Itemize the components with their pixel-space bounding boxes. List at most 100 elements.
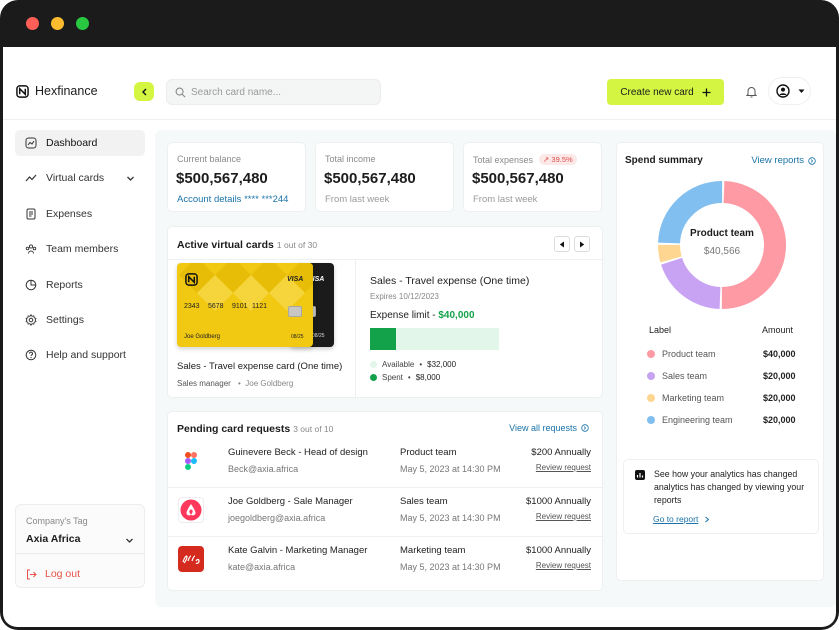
sidebar-item-help[interactable]: Help and support bbox=[15, 342, 145, 368]
card-role: Sales manager bbox=[177, 379, 231, 388]
prev-card-button[interactable] bbox=[554, 236, 570, 252]
request-row[interactable]: Joe Goldberg - Sale Manager joegoldberg@… bbox=[168, 489, 604, 535]
request-amount: $1000 Annually bbox=[526, 496, 591, 507]
requester-email: kate@axia.africa bbox=[228, 562, 296, 572]
stat-card-current-balance: Current balance $500,567,480 Account det… bbox=[167, 142, 306, 212]
legend-label: Engineering team bbox=[662, 415, 733, 425]
request-row[interactable]: Guinevere Beck - Head of design Beck@axi… bbox=[168, 440, 604, 486]
request-amount: $200 Annually bbox=[531, 447, 591, 458]
analytics-callout: See how your analytics has changed analy… bbox=[623, 459, 819, 534]
search-icon bbox=[175, 87, 186, 97]
view-all-requests-link[interactable]: View all requests bbox=[509, 423, 589, 433]
stat-label: Total income bbox=[325, 154, 376, 164]
card-owner-name: Joe Goldberg bbox=[245, 379, 294, 388]
card-caption: Sales - Travel expense card (One time) bbox=[177, 361, 343, 372]
logout-icon bbox=[27, 569, 37, 579]
bell-icon[interactable] bbox=[745, 85, 758, 99]
sidebar-item-virtual-cards[interactable]: Virtual cards bbox=[15, 165, 145, 191]
sidebar-item-label: Help and support bbox=[46, 349, 126, 362]
donut-center-value: $40,566 bbox=[703, 246, 741, 257]
legend-swatch bbox=[647, 416, 655, 424]
stat-subtext: From last week bbox=[473, 194, 538, 205]
legend-label: Marketing team bbox=[662, 393, 725, 403]
lilly-icon bbox=[178, 546, 204, 572]
pending-title: Pending card requests bbox=[177, 423, 291, 435]
sidebar-item-label: Settings bbox=[46, 313, 84, 326]
requester-name: Joe Goldberg - Sale Manager bbox=[228, 496, 353, 507]
sidebar-item-settings[interactable]: Settings bbox=[15, 307, 145, 333]
view-reports-link[interactable]: View reports bbox=[751, 155, 816, 166]
hexfinance-logo-icon bbox=[185, 273, 198, 286]
request-row[interactable]: Kate Galvin - Marketing Manager kate@axi… bbox=[168, 538, 604, 584]
donut-slice-sales-team[interactable] bbox=[661, 257, 721, 309]
chevron-down-icon[interactable] bbox=[125, 536, 134, 545]
triangle-right-icon bbox=[580, 241, 585, 247]
legend-swatch bbox=[370, 374, 377, 381]
view-reports-label: View reports bbox=[751, 155, 804, 166]
sidebar-item-reports[interactable]: Reports bbox=[15, 272, 145, 298]
card-expiry: 08/25 bbox=[312, 333, 325, 339]
search-input[interactable] bbox=[191, 86, 361, 98]
stat-value: $500,567,480 bbox=[176, 170, 268, 187]
app-logo[interactable]: Hexfinance bbox=[16, 84, 98, 98]
legend-bullet: • bbox=[419, 360, 423, 369]
legend-col-amount: Amount bbox=[762, 325, 794, 335]
window-titlebar bbox=[0, 0, 839, 47]
section-title: Active virtual cards 1 out of 30 bbox=[177, 239, 317, 251]
app-window-frame: Hexfinance Create new card D bbox=[0, 0, 839, 630]
expense-limit: Expense limit - $40,000 bbox=[370, 310, 475, 321]
logout-button[interactable]: Log out bbox=[26, 568, 80, 580]
company-tag-select[interactable]: Axia Africa bbox=[26, 533, 80, 545]
spend-donut-chart bbox=[658, 181, 786, 310]
review-request-link[interactable]: Review request bbox=[536, 512, 591, 521]
card-detail-expiry: Expires 10/12/2023 bbox=[370, 292, 439, 301]
card-chip-icon bbox=[288, 306, 302, 317]
virtual-card-front[interactable]: VISA 2343 5678 9101 1121 Joe Goldberg 08… bbox=[177, 263, 313, 347]
review-request-link[interactable]: Review request bbox=[536, 561, 591, 570]
account-details-link[interactable]: Account details **** ***244 bbox=[177, 194, 288, 205]
next-card-button[interactable] bbox=[574, 236, 590, 252]
expense-spent-fill bbox=[370, 328, 396, 350]
user-menu[interactable] bbox=[768, 77, 811, 105]
arrow-circle-icon bbox=[581, 424, 589, 432]
go-to-report-link[interactable]: Go to report bbox=[653, 514, 710, 524]
create-card-button[interactable]: Create new card bbox=[607, 79, 724, 105]
expense-limit-bar bbox=[370, 328, 499, 350]
chevron-right-icon bbox=[705, 516, 710, 522]
sidebar-item-expenses[interactable]: Expenses bbox=[15, 201, 145, 227]
visa-logo: VISA bbox=[287, 276, 304, 283]
review-request-link[interactable]: Review request bbox=[536, 463, 591, 472]
sidebar-item-team-members[interactable]: Team members bbox=[15, 236, 145, 262]
triangle-left-icon bbox=[559, 241, 564, 247]
available-value: $32,000 bbox=[427, 360, 457, 369]
stat-value: $500,567,480 bbox=[324, 170, 416, 187]
spent-label: Spent bbox=[382, 373, 403, 382]
arrow-circle-icon bbox=[808, 156, 816, 165]
stat-subtext: From last week bbox=[325, 194, 390, 205]
stat-value: $500,567,480 bbox=[472, 170, 564, 187]
minimize-window-button[interactable] bbox=[51, 17, 64, 30]
card-owner: • Joe Goldberg bbox=[238, 379, 294, 388]
legend-bullet: • bbox=[407, 373, 411, 382]
request-team: Marketing team bbox=[400, 545, 466, 556]
plus-icon bbox=[702, 88, 711, 96]
available-legend: Available • $32,000 bbox=[370, 360, 456, 369]
pending-count: 3 out of 10 bbox=[293, 424, 334, 434]
legend-swatch bbox=[647, 372, 655, 380]
requester-name: Guinevere Beck - Head of design bbox=[228, 447, 368, 458]
legend-swatch bbox=[647, 350, 655, 358]
pie-icon bbox=[25, 279, 37, 290]
sidebar-item-dashboard[interactable]: Dashboard bbox=[15, 130, 145, 156]
close-window-button[interactable] bbox=[26, 17, 39, 30]
collapse-sidebar-button[interactable] bbox=[134, 82, 154, 101]
stat-label-row: Total expenses ↗ 39.5% bbox=[473, 154, 577, 165]
stat-card-total-income: Total income $500,567,480 From last week bbox=[315, 142, 454, 212]
card-number-group: 5678 bbox=[208, 303, 224, 310]
legend-amount: $20,000 bbox=[763, 415, 796, 425]
sidebar-item-label: Reports bbox=[46, 278, 83, 291]
expense-limit-label: Expense limit - bbox=[370, 310, 439, 321]
maximize-window-button[interactable] bbox=[76, 17, 89, 30]
top-bar: Hexfinance Create new card bbox=[3, 47, 836, 120]
create-card-label: Create new card bbox=[620, 86, 694, 98]
chart-line-icon bbox=[25, 137, 37, 149]
